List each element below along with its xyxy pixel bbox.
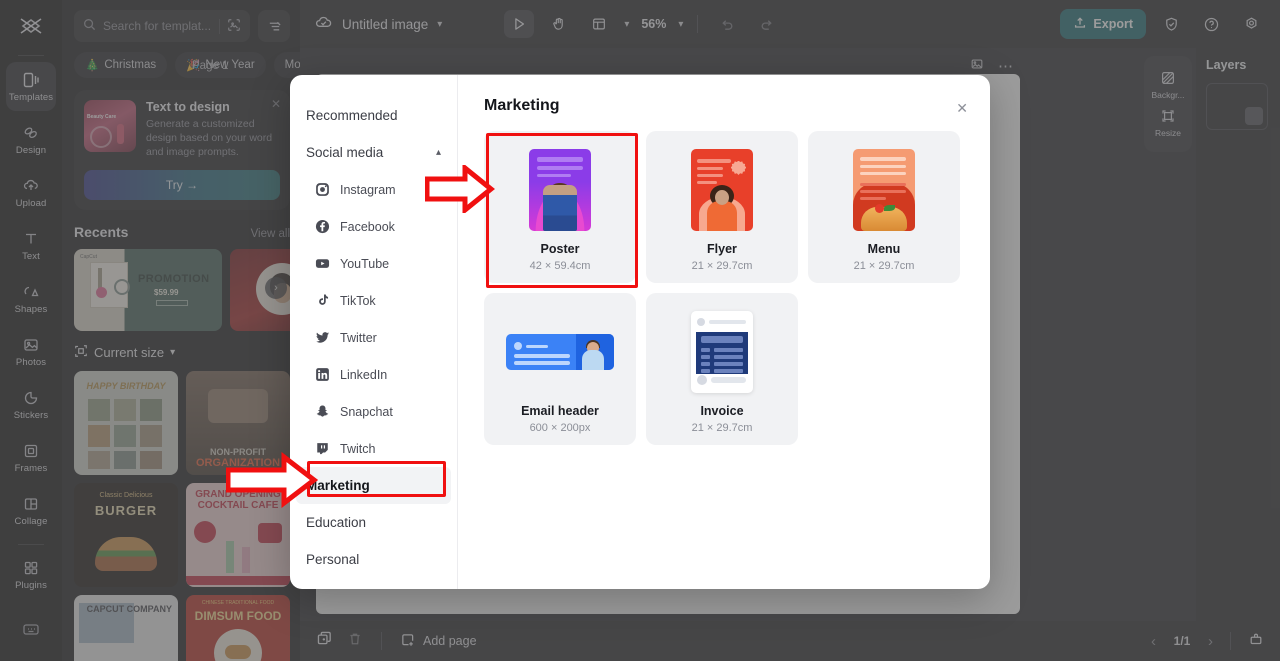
tiktok-icon bbox=[314, 293, 330, 309]
modal-item-label: Snapchat bbox=[340, 404, 393, 419]
twitter-icon bbox=[314, 330, 330, 346]
modal-item-personal[interactable]: Personal bbox=[296, 541, 451, 578]
size-card-size: 21 × 29.7cm bbox=[691, 259, 753, 272]
chevron-up-icon: ▴ bbox=[435, 147, 441, 158]
size-card-name: Email header bbox=[521, 403, 599, 418]
size-card-poster[interactable]: Poster 42 × 59.4cm bbox=[484, 131, 636, 283]
modal-item-label: TikTok bbox=[340, 293, 376, 308]
size-card-size: 42 × 59.4cm bbox=[529, 259, 591, 272]
modal-item-label: Twitter bbox=[340, 330, 377, 345]
modal-item-label: YouTube bbox=[340, 256, 390, 271]
modal-sidebar: Recommended Social media ▴ Instagram Fac… bbox=[290, 75, 458, 589]
linkedin-icon bbox=[314, 367, 330, 383]
size-card-email-header[interactable]: Email header 600 × 200px bbox=[484, 293, 636, 445]
modal-item-label: Marketing bbox=[306, 478, 370, 493]
menu-thumb bbox=[853, 148, 915, 231]
modal-item-youtube[interactable]: YouTube bbox=[296, 245, 451, 282]
size-card-size: 600 × 200px bbox=[529, 421, 591, 434]
size-card-name: Poster bbox=[540, 241, 580, 256]
modal-title: Marketing bbox=[484, 97, 560, 114]
app-root: Templates Design Upload bbox=[0, 0, 1280, 661]
modal-item-twitch[interactable]: Twitch bbox=[296, 430, 451, 467]
modal-item-social-media[interactable]: Social media ▴ bbox=[296, 134, 451, 171]
modal-item-instagram[interactable]: Instagram bbox=[296, 171, 451, 208]
size-card-flyer[interactable]: Flyer 21 × 29.7cm bbox=[646, 131, 798, 283]
template-size-modal: Recommended Social media ▴ Instagram Fac… bbox=[290, 75, 990, 589]
instagram-icon bbox=[314, 182, 330, 198]
modal-item-snapchat[interactable]: Snapchat bbox=[296, 393, 451, 430]
snapchat-icon bbox=[314, 404, 330, 420]
flyer-thumb bbox=[691, 148, 753, 231]
size-card-menu[interactable]: Menu 21 × 29.7cm bbox=[808, 131, 960, 283]
modal-item-linkedin[interactable]: LinkedIn bbox=[296, 356, 451, 393]
twitch-icon bbox=[314, 441, 330, 457]
modal-item-label: Facebook bbox=[340, 219, 395, 234]
poster-thumb bbox=[529, 148, 591, 231]
modal-item-label: Social media bbox=[306, 145, 384, 160]
size-card-size: 21 × 29.7cm bbox=[853, 259, 915, 272]
modal-item-label: Recommended bbox=[306, 108, 398, 123]
size-card-invoice[interactable]: Invoice 21 × 29.7cm bbox=[646, 293, 798, 445]
size-card-name: Invoice bbox=[700, 403, 744, 418]
invoice-thumb bbox=[691, 310, 753, 393]
close-icon[interactable]: ✕ bbox=[956, 101, 968, 115]
youtube-icon bbox=[314, 256, 330, 272]
modal-item-label: LinkedIn bbox=[340, 367, 388, 382]
modal-item-tiktok[interactable]: TikTok bbox=[296, 282, 451, 319]
modal-item-label: Instagram bbox=[340, 182, 396, 197]
modal-item-label: Personal bbox=[306, 552, 360, 567]
modal-item-marketing[interactable]: Marketing bbox=[296, 467, 451, 504]
modal-item-education[interactable]: Education bbox=[296, 504, 451, 541]
facebook-icon bbox=[314, 219, 330, 235]
modal-item-label: Education bbox=[306, 515, 367, 530]
modal-item-facebook[interactable]: Facebook bbox=[296, 208, 451, 245]
modal-main: ✕ Marketing Poster 42 × 59.4cm Flyer 21 … bbox=[458, 75, 990, 589]
template-size-cards: Poster 42 × 59.4cm Flyer 21 × 29.7cm Men… bbox=[484, 131, 966, 445]
email-header-thumb bbox=[506, 311, 614, 393]
size-card-name: Menu bbox=[867, 241, 901, 256]
modal-item-label: Twitch bbox=[340, 441, 376, 456]
size-card-size: 21 × 29.7cm bbox=[691, 421, 753, 434]
size-card-name: Flyer bbox=[707, 241, 737, 256]
modal-item-recommended[interactable]: Recommended bbox=[296, 97, 451, 134]
modal-item-twitter[interactable]: Twitter bbox=[296, 319, 451, 356]
